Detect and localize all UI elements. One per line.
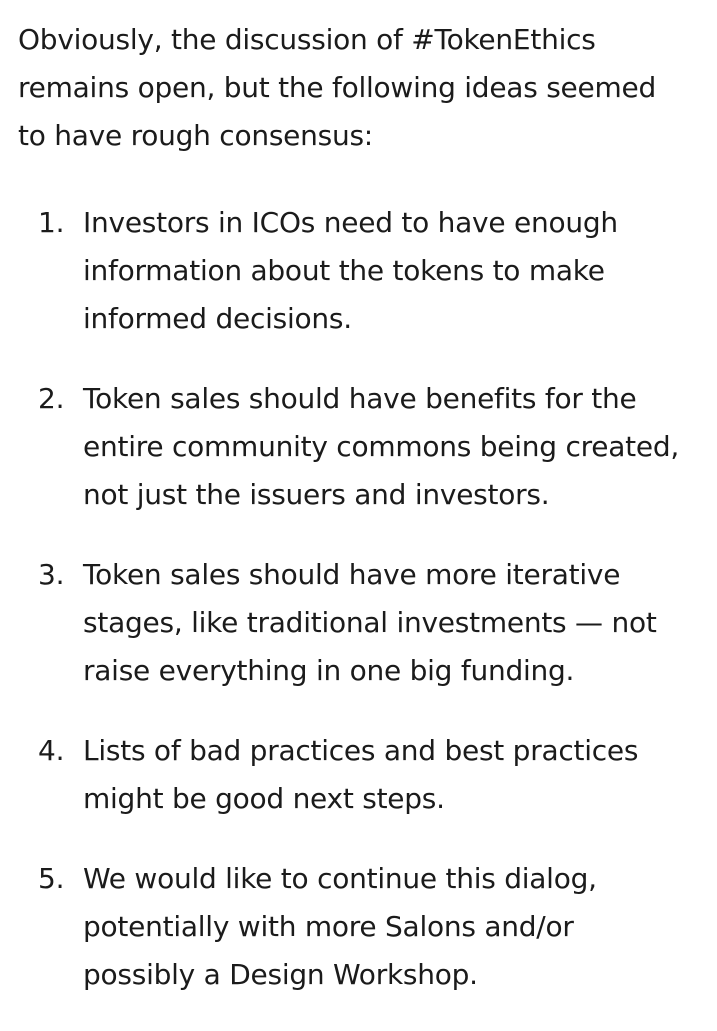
list-item: 3. Token sales should have more iterativ… [18, 551, 708, 695]
list-item-line: Lists of bad practices and best practice… [83, 734, 639, 767]
list-item: 1. Investors in ICOs need to have enough… [18, 199, 708, 343]
list-item-line: We would like to continue this dialog, [83, 862, 597, 895]
list-item-line: stages, like traditional investments — n… [83, 606, 657, 639]
consensus-list: 1. Investors in ICOs need to have enough… [18, 199, 708, 1031]
list-item: 5. We would like to continue this dialog… [18, 855, 708, 999]
list-item-line: might be good next steps. [83, 782, 445, 815]
list-item-line: Token sales should have more iterative [83, 558, 621, 591]
list-item-number: 4. [38, 734, 65, 767]
list-item-line: entire community commons being created, [83, 430, 679, 463]
list-item-line: Investors in ICOs need to have enough [83, 206, 618, 239]
intro-paragraph: Obviously, the discussion of #TokenEthic… [18, 16, 708, 160]
list-item-line: not just the issuers and investors. [83, 478, 550, 511]
list-item-number: 5. [38, 862, 65, 895]
list-item: 2. Token sales should have benefits for … [18, 375, 708, 519]
list-item-line: possibly a Design Workshop. [83, 958, 478, 991]
list-item-number: 2. [38, 382, 65, 415]
intro-line: Obviously, the discussion of #TokenEthic… [18, 23, 596, 56]
list-item-line: raise everything in one big funding. [83, 654, 575, 687]
list-item-line: informed decisions. [83, 302, 352, 335]
list-item-number: 1. [38, 206, 65, 239]
list-item-line: information about the tokens to make [83, 254, 605, 287]
list-item-line: Token sales should have benefits for the [83, 382, 637, 415]
document-body: Obviously, the discussion of #TokenEthic… [18, 16, 708, 991]
list-item-line: potentially with more Salons and/or [83, 910, 574, 943]
intro-line: remains open, but the following ideas se… [18, 71, 657, 104]
list-item: 4. Lists of bad practices and best pract… [18, 727, 708, 823]
list-item-number: 3. [38, 558, 65, 591]
intro-line: to have rough consensus: [18, 119, 373, 152]
